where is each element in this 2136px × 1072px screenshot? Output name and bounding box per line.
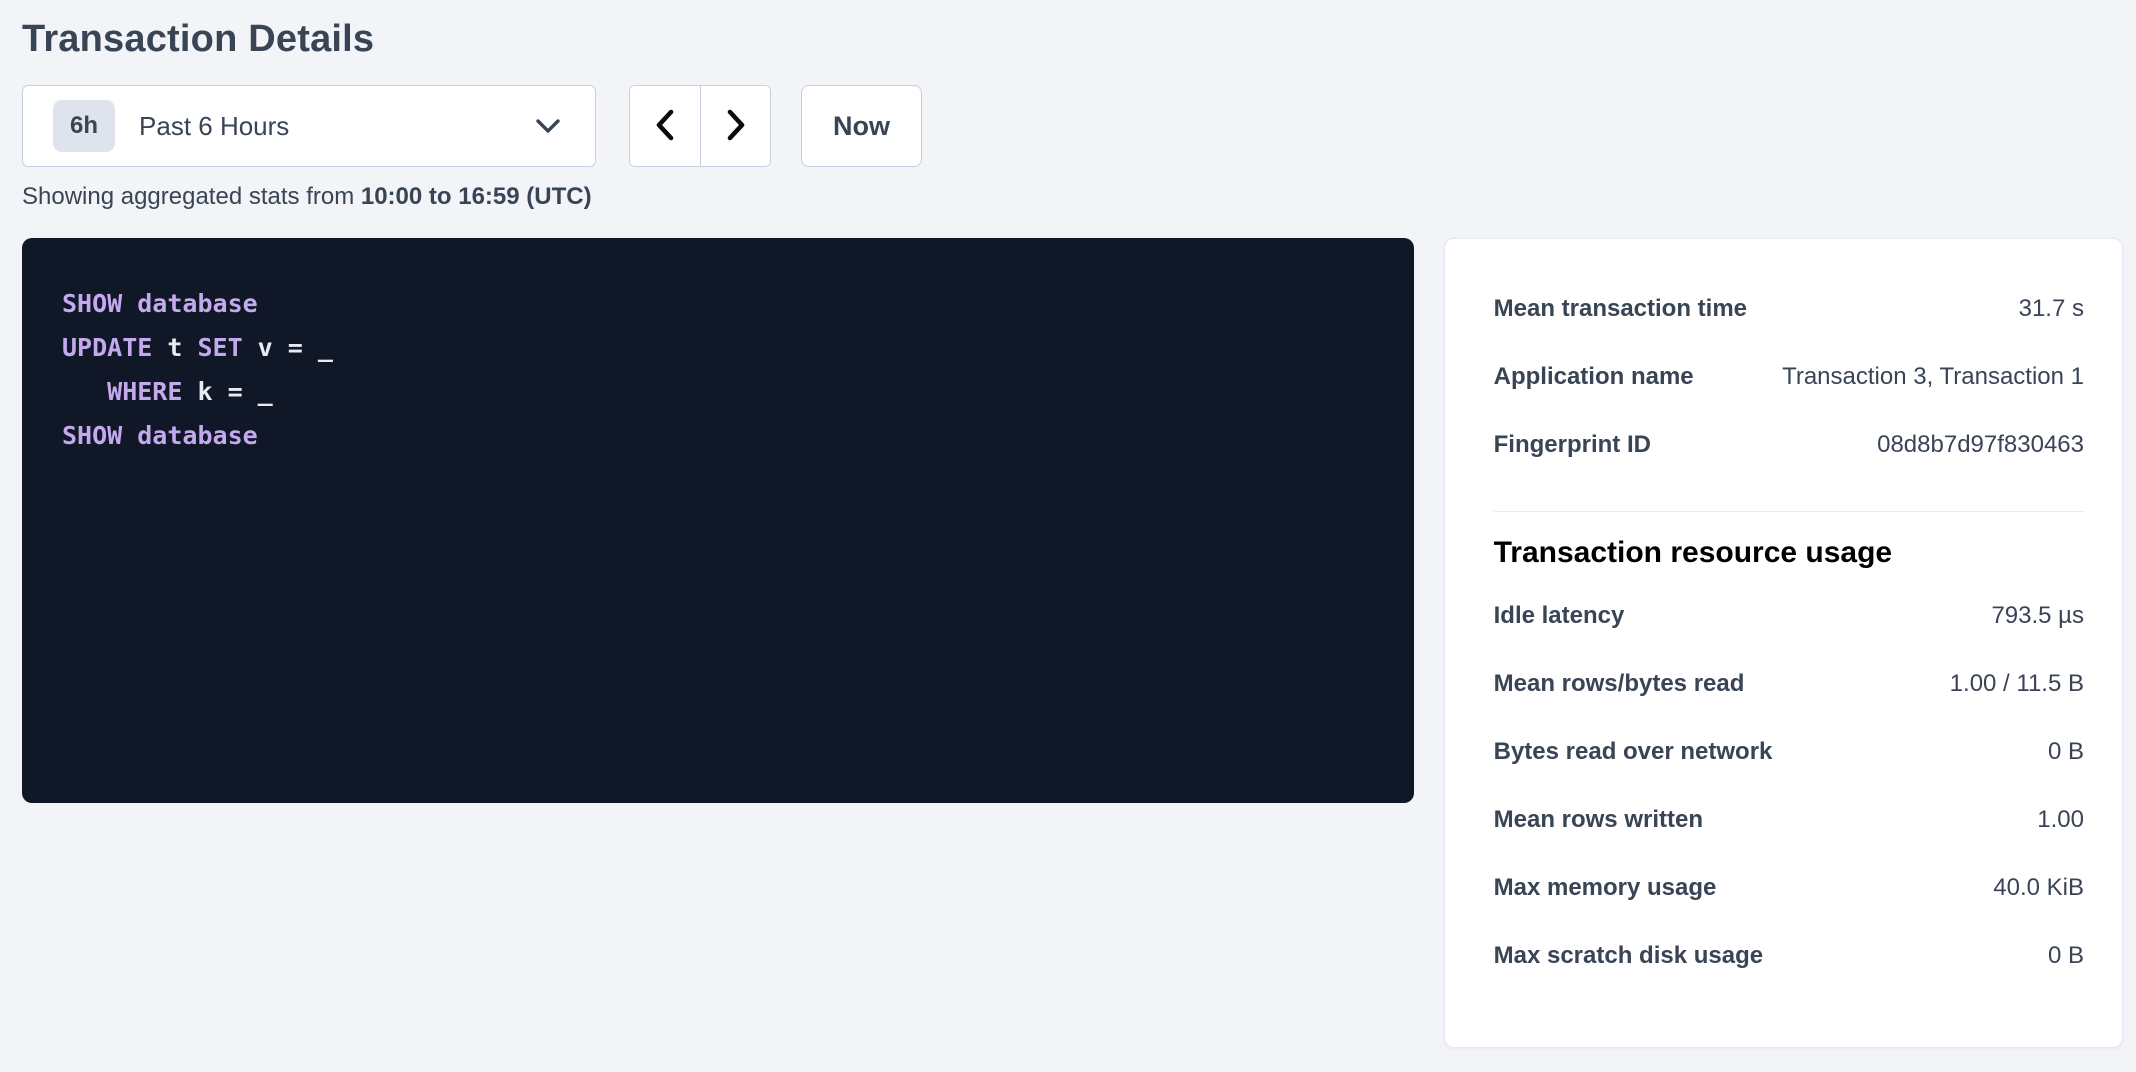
chevron-right-icon xyxy=(725,108,747,145)
sql-line: WHERE k = _ xyxy=(62,370,1374,414)
aggregated-stats-caption: Showing aggregated stats from 10:00 to 1… xyxy=(22,183,2123,211)
panel-divider xyxy=(1494,511,2084,512)
sql-line: SHOW database xyxy=(62,282,1374,326)
detail-value: Transaction 3, Transaction 1 xyxy=(1782,363,2084,391)
detail-row-max-memory-usage: Max memory usage 40.0 KiB xyxy=(1494,854,2084,922)
detail-row-max-scratch-disk-usage: Max scratch disk usage 0 B xyxy=(1494,922,2084,990)
detail-label: Bytes read over network xyxy=(1494,738,1773,766)
page-title: Transaction Details xyxy=(22,18,2123,61)
sql-line: UPDATE t SET v = _ xyxy=(62,326,1374,370)
sql-line: SHOW database xyxy=(62,414,1374,458)
sql-token: UPDATE xyxy=(62,333,152,362)
sql-token: SHOW database xyxy=(62,289,258,318)
detail-label: Idle latency xyxy=(1494,602,1625,630)
detail-row-fingerprint-id: Fingerprint ID 08d8b7d97f830463 xyxy=(1494,411,2084,479)
detail-label: Max memory usage xyxy=(1494,874,1717,902)
detail-row-mean-transaction-time: Mean transaction time 31.7 s xyxy=(1494,275,2084,343)
detail-label: Max scratch disk usage xyxy=(1494,942,1763,970)
detail-label: Fingerprint ID xyxy=(1494,431,1651,459)
previous-time-button[interactable] xyxy=(630,86,700,166)
detail-value: 0 B xyxy=(2048,738,2084,766)
time-step-button-group xyxy=(629,85,771,167)
sql-statement-box: SHOW database UPDATE t SET v = _ WHERE k… xyxy=(22,238,1414,803)
detail-value: 40.0 KiB xyxy=(1993,874,2084,902)
detail-label: Mean rows/bytes read xyxy=(1494,670,1745,698)
sql-token: WHERE xyxy=(62,377,182,406)
detail-label: Mean rows written xyxy=(1494,806,1703,834)
time-range-badge: 6h xyxy=(53,100,115,152)
now-button[interactable]: Now xyxy=(801,85,922,167)
sql-token: SHOW database xyxy=(62,421,258,450)
detail-value: 31.7 s xyxy=(2019,295,2084,323)
detail-value: 1.00 / 11.5 B xyxy=(1950,670,2084,698)
caption-prefix: Showing aggregated stats from xyxy=(22,183,361,210)
resource-usage-heading: Transaction resource usage xyxy=(1494,536,2084,570)
sql-token: SET xyxy=(197,333,242,362)
detail-label: Mean transaction time xyxy=(1494,295,1747,323)
transaction-details-page: Transaction Details 6h Past 6 Hours xyxy=(0,0,2136,1048)
time-toolbar: 6h Past 6 Hours xyxy=(22,85,2123,167)
transaction-details-panel: Mean transaction time 31.7 s Application… xyxy=(1444,238,2123,1048)
detail-row-bytes-read-over-network: Bytes read over network 0 B xyxy=(1494,718,2084,786)
detail-value: 0 B xyxy=(2048,942,2084,970)
detail-row-mean-rows-written: Mean rows written 1.00 xyxy=(1494,786,2084,854)
detail-label: Application name xyxy=(1494,363,1694,391)
detail-value: 1.00 xyxy=(2037,806,2084,834)
sql-token: t xyxy=(152,333,197,362)
detail-value: 08d8b7d97f830463 xyxy=(1877,431,2084,459)
detail-value: 793.5 µs xyxy=(1991,602,2084,630)
caption-time-range: 10:00 to 16:59 (UTC) xyxy=(361,183,592,210)
chevron-down-icon xyxy=(535,118,561,134)
detail-row-application-name: Application name Transaction 3, Transact… xyxy=(1494,343,2084,411)
time-range-select[interactable]: 6h Past 6 Hours xyxy=(22,85,596,167)
time-range-label: Past 6 Hours xyxy=(139,111,289,142)
chevron-left-icon xyxy=(654,108,676,145)
sql-token: v = _ xyxy=(243,333,333,362)
main-content: SHOW database UPDATE t SET v = _ WHERE k… xyxy=(22,238,2123,1048)
sql-token: k = _ xyxy=(182,377,272,406)
next-time-button[interactable] xyxy=(700,86,770,166)
detail-row-idle-latency: Idle latency 793.5 µs xyxy=(1494,582,2084,650)
detail-row-mean-rows-bytes-read: Mean rows/bytes read 1.00 / 11.5 B xyxy=(1494,650,2084,718)
